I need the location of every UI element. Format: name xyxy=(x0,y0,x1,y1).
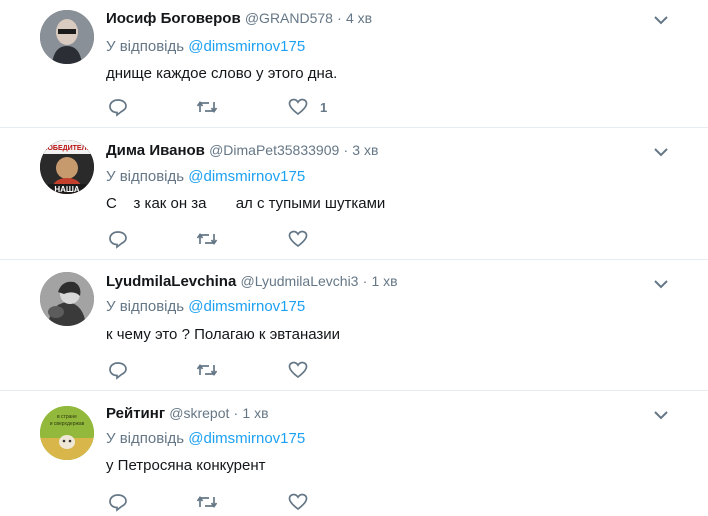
display-name[interactable]: Рейтинг xyxy=(106,405,165,422)
reply-context: У відповідь @dimsmirnov175 xyxy=(106,37,305,57)
retweet-icon xyxy=(196,97,218,117)
tweet[interactable]: в стране и сверхдержав Рейтинг @skrepot … xyxy=(0,391,708,516)
timestamp[interactable]: 3 хв xyxy=(352,142,378,158)
reply-button[interactable] xyxy=(108,229,128,249)
avatar-caption-top: ПОБЕДИТЕЛЬ xyxy=(42,145,91,152)
reply-icon xyxy=(108,492,128,512)
tweet-actions xyxy=(106,229,406,249)
reply-button[interactable] xyxy=(108,360,128,380)
heart-icon xyxy=(288,492,308,512)
like-button[interactable]: 1 xyxy=(288,97,327,117)
timestamp[interactable]: 1 хв xyxy=(371,273,397,289)
tweet[interactable]: Иосиф Боговеров @GRAND578 · 4 хв У відпо… xyxy=(0,0,708,128)
retweet-button[interactable] xyxy=(196,97,218,117)
reply-prefix: У відповідь xyxy=(106,38,185,55)
replies-feed: Иосиф Боговеров @GRAND578 · 4 хв У відпо… xyxy=(0,0,708,516)
separator-dot: · xyxy=(337,10,342,26)
reply-prefix: У відповідь xyxy=(106,168,185,185)
heart-icon xyxy=(288,229,308,249)
avatar[interactable]: ПОБЕДИТЕЛЬ НАША xyxy=(40,140,94,194)
retweet-icon xyxy=(196,492,218,512)
retweet-icon xyxy=(196,229,218,249)
tweet-text: к чему это ? Полагаю к эвтаназии xyxy=(106,326,341,343)
display-name[interactable]: Дима Иванов xyxy=(106,142,205,159)
like-count: 1 xyxy=(320,99,328,115)
tweet[interactable]: LyudmilaLevchina @LyudmilaLevchi3 · 1 хв… xyxy=(0,260,708,391)
reply-icon xyxy=(108,229,128,249)
reply-button[interactable] xyxy=(108,97,128,117)
mention-link[interactable]: @dimsmirnov175 xyxy=(188,168,305,185)
timestamp[interactable]: 1 хв xyxy=(242,405,268,421)
tweet-text: у Петросяна конкурент xyxy=(106,457,266,474)
user-handle[interactable]: @DimaPet35833909 xyxy=(209,142,339,158)
retweet-button[interactable] xyxy=(196,360,218,380)
tweet-header: Иосиф Боговеров @GRAND578 · 4 хв xyxy=(106,8,372,28)
reply-icon xyxy=(108,360,128,380)
tweet-text: С з как он за ал с тупыми шутками xyxy=(106,195,386,212)
heart-icon xyxy=(288,97,308,117)
mention-link[interactable]: @dimsmirnov175 xyxy=(188,298,305,315)
user-handle[interactable]: @skrepot xyxy=(169,405,229,421)
reply-context: У відповідь @dimsmirnov175 xyxy=(106,429,305,449)
tweet-actions: 1 xyxy=(106,97,406,117)
avatar-caption-top: в стране xyxy=(57,414,77,420)
avatar[interactable] xyxy=(40,272,94,326)
separator-dot: · xyxy=(362,273,368,289)
like-button[interactable] xyxy=(288,229,308,249)
tweet-text: днище каждое слово у этого дна. xyxy=(106,65,338,82)
reply-icon xyxy=(108,97,128,117)
separator-dot: · xyxy=(343,142,349,158)
like-button[interactable] xyxy=(288,492,308,512)
mention-link[interactable]: @dimsmirnov175 xyxy=(188,430,305,447)
tweet-header: LyudmilaLevchina @LyudmilaLevchi3 · 1 хв xyxy=(106,271,398,291)
reply-context: У відповідь @dimsmirnov175 xyxy=(106,167,305,187)
reply-prefix: У відповідь xyxy=(106,298,185,315)
tweet[interactable]: ПОБЕДИТЕЛЬ НАША Дима Иванов @DimaPet3583… xyxy=(0,128,708,260)
avatar[interactable] xyxy=(40,10,94,64)
retweet-button[interactable] xyxy=(196,492,218,512)
reply-button[interactable] xyxy=(108,492,128,512)
chevron-down-icon[interactable] xyxy=(652,146,670,158)
user-handle[interactable]: @GRAND578 xyxy=(245,10,333,26)
retweet-icon xyxy=(196,360,218,380)
avatar[interactable]: в стране и сверхдержав xyxy=(40,406,94,460)
tweet-actions xyxy=(106,360,406,380)
tweet-header: Рейтинг @skrepot · 1 хв xyxy=(106,403,269,423)
avatar-caption-bottom: и сверхдержав xyxy=(50,421,85,427)
heart-icon xyxy=(288,360,308,380)
like-button[interactable] xyxy=(288,360,308,380)
display-name[interactable]: LyudmilaLevchina xyxy=(106,273,236,290)
display-name[interactable]: Иосиф Боговеров xyxy=(106,10,241,27)
mention-link[interactable]: @dimsmirnov175 xyxy=(188,38,305,55)
avatar-caption-bottom: НАША xyxy=(54,185,80,194)
separator-dot: · xyxy=(233,405,239,421)
tweet-actions xyxy=(106,492,406,512)
reply-context: У відповідь @dimsmirnov175 xyxy=(106,297,305,317)
chevron-down-icon[interactable] xyxy=(652,409,670,421)
timestamp[interactable]: 4 хв xyxy=(346,10,372,26)
chevron-down-icon[interactable] xyxy=(652,14,670,26)
user-handle[interactable]: @LyudmilaLevchi3 xyxy=(240,273,358,289)
reply-prefix: У відповідь xyxy=(106,430,185,447)
retweet-button[interactable] xyxy=(196,229,218,249)
chevron-down-icon[interactable] xyxy=(652,278,670,290)
tweet-header: Дима Иванов @DimaPet35833909 · 3 хв xyxy=(106,140,378,160)
